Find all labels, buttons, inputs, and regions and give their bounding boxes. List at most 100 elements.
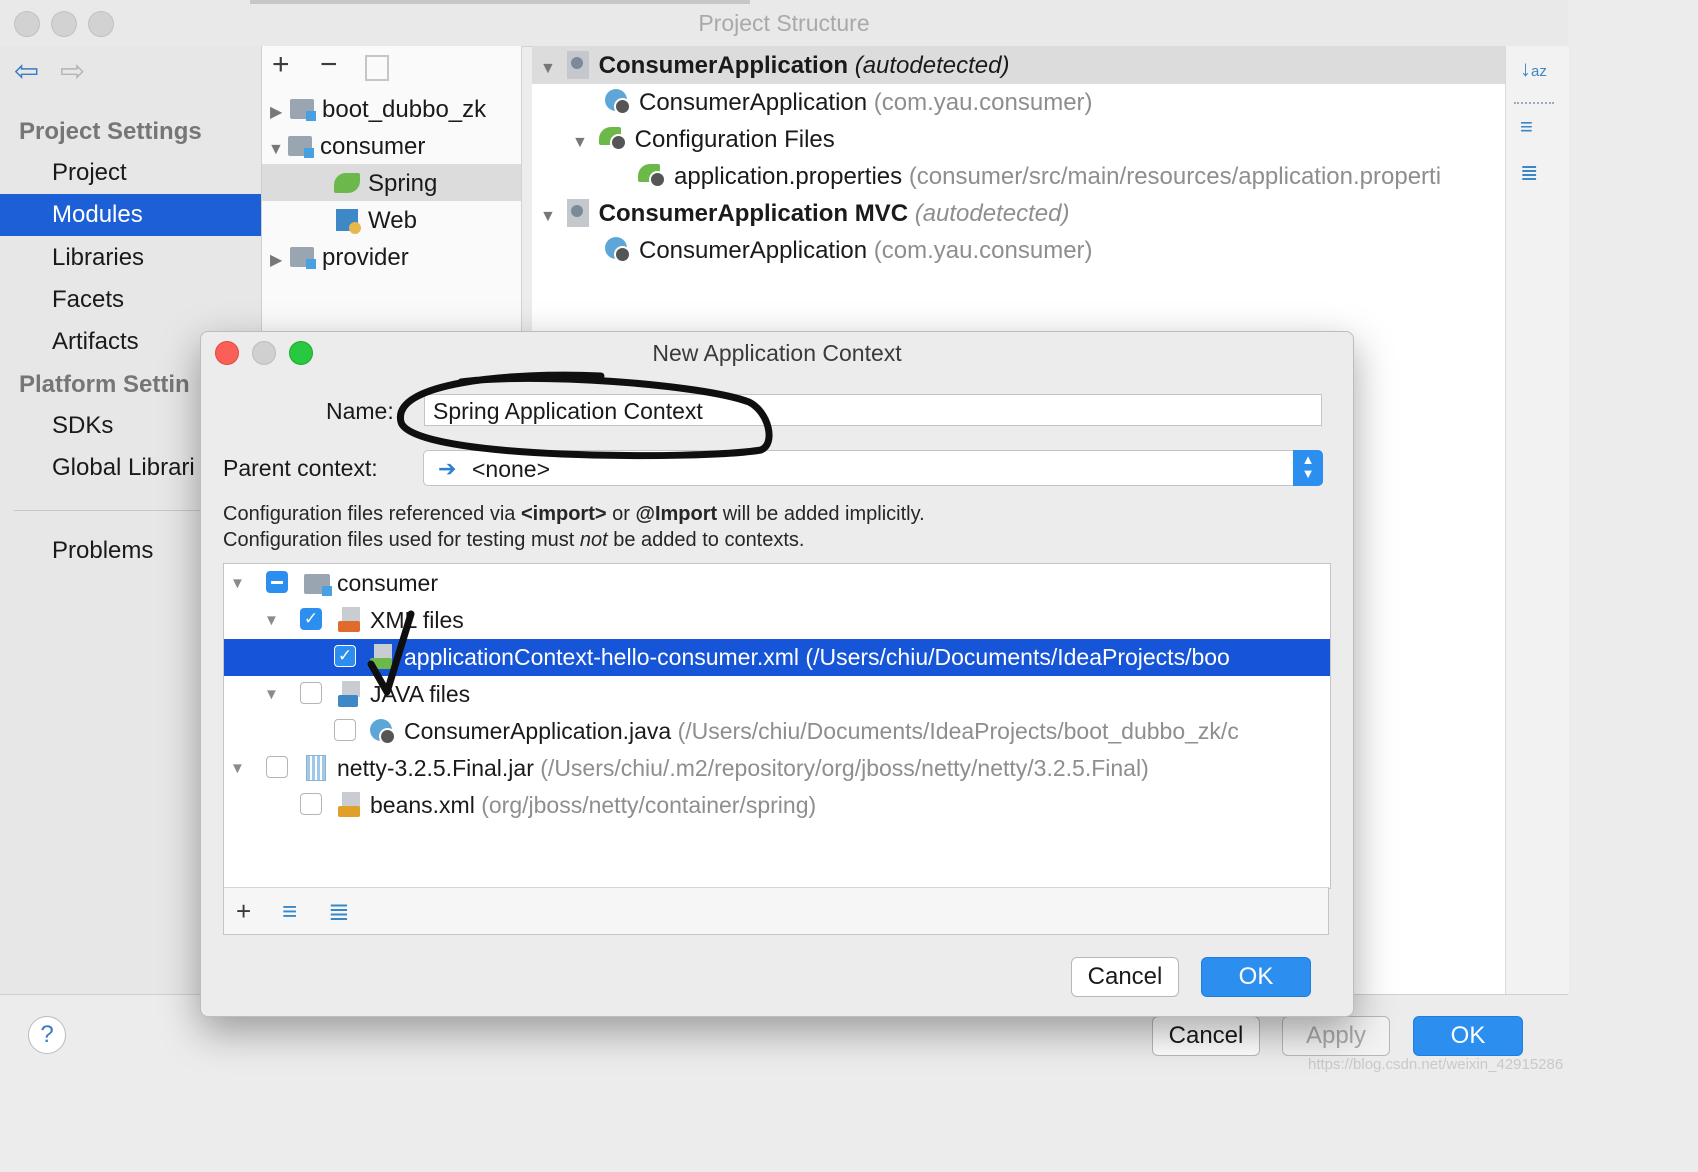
parent-context-label: Parent context: (223, 455, 378, 481)
hint-emphasis: not (579, 529, 608, 551)
spring-context-icon (566, 51, 589, 79)
unchecked-checkbox[interactable] (300, 682, 322, 704)
spring-config-icon (598, 127, 627, 151)
collapse-all-icon[interactable]: ≣ (328, 896, 350, 927)
sidebar-item-facets[interactable]: Facets (0, 279, 261, 321)
file-name: application.properties (674, 163, 903, 190)
unchecked-checkbox[interactable] (300, 793, 322, 815)
web-facet-icon (336, 209, 361, 234)
context-name: ConsumerApplication (598, 52, 849, 79)
context-file-row[interactable]: ConsumerApplication (com.yau.consumer) (605, 84, 1093, 121)
tree-row-text: ConsumerApplication.java (/Users/chiu/Do… (404, 713, 1239, 750)
arrow-right-icon: ➔ (438, 456, 457, 481)
unchecked-checkbox[interactable] (266, 756, 288, 778)
apply-button[interactable]: Apply (1282, 1016, 1390, 1056)
hint-text: or (606, 503, 636, 525)
tree-row-text: netty-3.2.5.Final.jar (/Users/chiu/.m2/r… (337, 750, 1149, 787)
checked-checkbox[interactable]: ✓ (334, 645, 356, 667)
collapse-arrow-icon[interactable]: ▼ (264, 602, 279, 639)
tree-row-consumer-application-java[interactable]: ConsumerApplication.java (/Users/chiu/Do… (224, 713, 1330, 750)
tree-row-label: consumer (337, 570, 438, 596)
spring-leaf-icon (334, 173, 360, 193)
help-button[interactable]: ? (28, 1016, 66, 1054)
ok-button[interactable]: OK (1413, 1016, 1523, 1056)
hint-text: Configuration files referenced via (223, 503, 521, 525)
hint-text: will be added implicitly. (717, 503, 925, 525)
spring-boot-app-icon (605, 89, 631, 115)
window-title: Project Structure (698, 10, 870, 36)
tree-row-xml-files[interactable]: ▼ ✓ XML files (224, 602, 1330, 639)
tree-row-application-context-xml[interactable]: ✓ applicationContext-hello-consumer.xml … (224, 639, 1330, 676)
tree-item-provider[interactable]: ▶ provider (270, 239, 409, 276)
name-label: Name: (326, 398, 394, 424)
arrow-left-icon[interactable]: ⇦ (14, 54, 39, 89)
hint-keyword: <import> (520, 503, 607, 525)
dialog-title: New Application Context (652, 340, 902, 366)
chevron-updown-icon[interactable]: ▲ ▼ (1293, 450, 1323, 486)
cancel-button[interactable]: Cancel (1152, 1016, 1260, 1056)
collapse-arrow-icon[interactable]: ▼ (268, 131, 288, 168)
sidebar-item-modules[interactable]: Modules (0, 194, 261, 236)
add-module-button[interactable]: + (272, 48, 290, 82)
tree-row-path: (/Users/chiu/Documents/IdeaProjects/boot… (677, 718, 1239, 744)
background-strip (250, 0, 750, 4)
context-name-input[interactable]: Spring Application Context (424, 394, 1322, 426)
collapse-arrow-icon[interactable]: ▼ (540, 50, 560, 87)
file-name: ConsumerApplication (639, 237, 868, 264)
dialog-cancel-button[interactable]: Cancel (1071, 957, 1179, 997)
add-file-button[interactable]: + (236, 896, 251, 927)
sort-alpha-icon[interactable]: ↓az (1520, 56, 1547, 82)
collapse-arrow-icon[interactable]: ▼ (230, 565, 245, 602)
context-row-consumer-application-mvc[interactable]: ▼ ConsumerApplication MVC (autodetected) (540, 195, 1069, 232)
group-name: Configuration Files (634, 126, 835, 153)
context-file-row[interactable]: ConsumerApplication (com.yau.consumer) (605, 232, 1093, 269)
tree-toolbar: + ≡ ≣ (223, 887, 1329, 935)
expand-arrow-icon[interactable]: ▶ (270, 242, 290, 279)
collapse-arrow-icon[interactable]: ▼ (264, 676, 279, 713)
checked-checkbox[interactable]: ✓ (300, 608, 322, 630)
tree-row-consumer[interactable]: ▼ consumer (224, 565, 1330, 602)
sidebar-item-libraries[interactable]: Libraries (0, 237, 261, 279)
module-folder-icon (304, 574, 332, 596)
tree-item-spring[interactable]: Spring (334, 165, 437, 202)
dialog-ok-button[interactable]: OK (1201, 957, 1311, 997)
configuration-files-row[interactable]: ▼ Configuration Files (572, 121, 835, 158)
collapse-arrow-icon[interactable]: ▼ (572, 124, 592, 161)
hint-keyword: @Import (635, 503, 718, 525)
tree-row-java-files[interactable]: ▼ JAVA files (224, 676, 1330, 713)
parent-context-select[interactable]: ➔ <none> ▲ ▼ (423, 450, 1323, 486)
arrow-right-icon[interactable]: ⇨ (60, 54, 85, 89)
remove-module-button[interactable]: − (320, 48, 338, 82)
tree-item-web[interactable]: Web (336, 202, 417, 239)
collapse-arrow-icon[interactable]: ▼ (230, 750, 245, 787)
properties-file-row[interactable]: application.properties (consumer/src/mai… (638, 158, 1441, 195)
unchecked-checkbox[interactable] (334, 719, 356, 741)
hint-text: be added to contexts. (607, 529, 805, 551)
collapse-all-icon[interactable]: ≣ (1520, 160, 1538, 186)
tree-row-label: applicationContext-hello-consumer.xml (404, 644, 800, 670)
expand-all-icon[interactable]: ≡ (282, 896, 297, 927)
module-folder-icon (290, 99, 316, 121)
tree-item-consumer[interactable]: ▼ consumer (268, 128, 425, 165)
tree-item-label: Web (368, 207, 417, 234)
sidebar-item-project[interactable]: Project (0, 152, 261, 194)
tree-row-netty-jar[interactable]: ▼ netty-3.2.5.Final.jar (/Users/chiu/.m2… (224, 750, 1330, 787)
expand-arrow-icon[interactable]: ▶ (270, 94, 290, 131)
tree-row-path: (/Users/chiu/.m2/repository/org/jboss/ne… (540, 755, 1149, 781)
tree-item-label: Spring (368, 170, 438, 197)
collapse-arrow-icon[interactable]: ▼ (540, 198, 560, 235)
context-row-consumer-application[interactable]: ▼ ConsumerApplication (autodetected) (540, 47, 1009, 84)
config-files-tree: ▼ consumer ▼ ✓ XML files ✓ applicationCo… (223, 563, 1331, 889)
copy-icon[interactable] (365, 55, 389, 81)
jar-archive-icon (306, 755, 326, 781)
spring-boot-app-icon (370, 719, 396, 745)
partial-checkbox[interactable] (266, 571, 288, 593)
context-suffix: (autodetected) (854, 52, 1010, 79)
tree-row-path: (/Users/chiu/Documents/IdeaProjects/boo (805, 644, 1230, 670)
file-name: ConsumerApplication (639, 89, 868, 116)
tree-row-beans-xml[interactable]: beans.xml (org/jboss/netty/container/spr… (224, 787, 1330, 824)
tree-item-label: consumer (320, 133, 426, 160)
spring-xml-icon (370, 644, 394, 670)
expand-all-icon[interactable]: ≡ (1520, 114, 1533, 140)
tree-item-boot-dubbo-zk[interactable]: ▶ boot_dubbo_zk (270, 91, 486, 128)
